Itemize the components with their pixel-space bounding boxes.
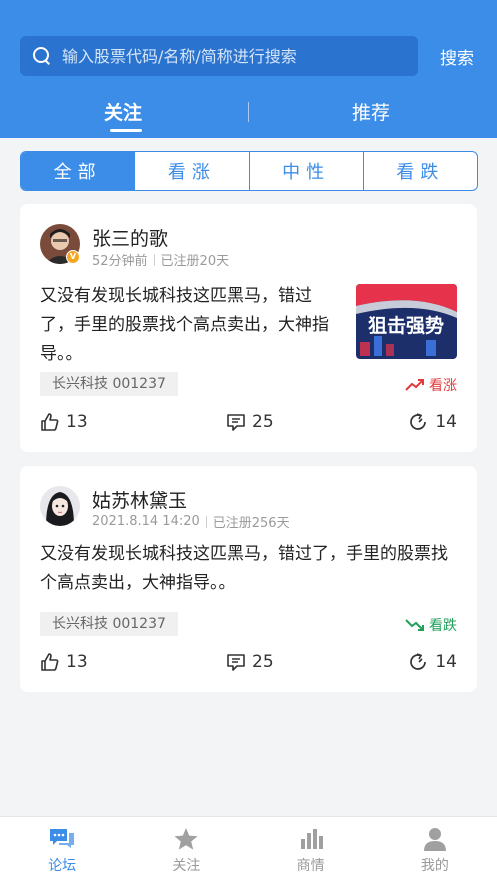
share-count: 14 bbox=[435, 412, 457, 432]
nav-label: 论坛 bbox=[48, 858, 77, 874]
post-card[interactable]: V 张三的歌 52分钟前 已注册20天 又没有发现长城科技这匹黑马，错过了，手里… bbox=[20, 204, 477, 452]
sentiment-label: 看跌 bbox=[429, 618, 457, 634]
user-icon bbox=[423, 828, 446, 851]
post-content[interactable]: 又没有发现长城科技这匹黑马，错过了，手里的股票找个高点卖出，大神指导。。 bbox=[40, 540, 460, 598]
stock-tag[interactable]: 长兴科技 001237 bbox=[40, 612, 178, 636]
like-count: 13 bbox=[66, 412, 88, 432]
tab-follow[interactable]: 关注 bbox=[104, 98, 142, 125]
comment-button[interactable]: 25 bbox=[226, 412, 274, 432]
meta-divider bbox=[205, 515, 207, 528]
meta-divider bbox=[153, 253, 155, 266]
like-count: 13 bbox=[66, 652, 88, 672]
nav-profile[interactable]: 我的 bbox=[373, 817, 497, 883]
nav-forum[interactable]: 论坛 bbox=[0, 817, 124, 883]
share-count: 14 bbox=[435, 652, 457, 672]
post-time: 2021.8.14 14:20 bbox=[92, 514, 200, 529]
post-actions: 13 25 14 bbox=[40, 412, 457, 436]
post-card[interactable]: 姑苏林黛玉 2021.8.14 14:20 已注册256天 又没有发现长城科技这… bbox=[20, 466, 477, 692]
comment-count: 25 bbox=[252, 652, 274, 672]
registered-duration: 已注册256天 bbox=[212, 516, 290, 531]
post-time: 52分钟前 bbox=[92, 254, 148, 269]
search-bar[interactable] bbox=[20, 36, 418, 76]
nav-label: 商情 bbox=[296, 858, 325, 874]
bottom-nav: 论坛 关注 商情 我的 bbox=[0, 816, 497, 883]
sentiment-filter: 全部 看涨 中性 看跌 bbox=[20, 151, 478, 191]
sentiment-label: 看涨 bbox=[429, 378, 457, 394]
post-meta: 52分钟前 已注册20天 bbox=[92, 250, 229, 269]
trend-up-icon bbox=[405, 379, 424, 391]
comment-button[interactable]: 25 bbox=[226, 652, 274, 672]
post-meta: 2021.8.14 14:20 已注册256天 bbox=[92, 512, 290, 531]
verified-badge-icon: V bbox=[66, 250, 80, 264]
share-button[interactable]: 14 bbox=[409, 652, 457, 672]
search-button[interactable]: 搜索 bbox=[440, 44, 474, 69]
thumbnail-text: 狙击强势 bbox=[368, 314, 444, 337]
top-tabs: 关注 推荐 bbox=[0, 92, 497, 132]
filter-bearish[interactable]: 看跌 bbox=[362, 152, 477, 190]
comment-icon bbox=[227, 414, 245, 431]
post-thumbnail[interactable]: 狙击强势 bbox=[356, 284, 457, 359]
trend-down-icon bbox=[405, 619, 424, 631]
nav-market[interactable]: 商情 bbox=[249, 817, 373, 883]
like-button[interactable]: 13 bbox=[40, 412, 88, 432]
app-header: 搜索 关注 推荐 bbox=[0, 0, 497, 138]
nav-follow[interactable]: 关注 bbox=[124, 817, 248, 883]
username[interactable]: 姑苏林黛玉 bbox=[92, 486, 187, 513]
tab-divider bbox=[248, 102, 249, 122]
share-icon bbox=[410, 653, 427, 670]
search-icon bbox=[32, 46, 52, 66]
nav-label: 我的 bbox=[420, 858, 449, 874]
sentiment-indicator: 看跌 bbox=[405, 615, 457, 635]
sentiment-indicator: 看涨 bbox=[405, 375, 457, 395]
like-button[interactable]: 13 bbox=[40, 652, 88, 672]
tab-recommend[interactable]: 推荐 bbox=[352, 98, 390, 125]
filter-all[interactable]: 全部 bbox=[21, 152, 135, 190]
post-content[interactable]: 又没有发现长城科技这匹黑马，错过了，手里的股票找个高点卖出，大神指导。。 bbox=[40, 282, 340, 369]
chat-bubbles-icon bbox=[50, 829, 75, 848]
username[interactable]: 张三的歌 bbox=[92, 224, 168, 251]
bar-chart-icon bbox=[300, 829, 323, 849]
nav-label: 关注 bbox=[172, 858, 201, 874]
comment-icon bbox=[227, 654, 245, 671]
search-input[interactable] bbox=[62, 46, 402, 66]
star-icon bbox=[174, 828, 198, 850]
thumbs-up-icon bbox=[41, 413, 59, 431]
registered-duration: 已注册20天 bbox=[160, 254, 230, 269]
share-button[interactable]: 14 bbox=[409, 412, 457, 432]
filter-neutral[interactable]: 中性 bbox=[248, 152, 363, 190]
filter-bullish[interactable]: 看涨 bbox=[134, 152, 248, 190]
avatar[interactable] bbox=[40, 486, 80, 526]
post-actions: 13 25 14 bbox=[40, 652, 457, 676]
comment-count: 25 bbox=[252, 412, 274, 432]
share-icon bbox=[410, 413, 427, 430]
thumbs-up-icon bbox=[41, 653, 59, 671]
tab-active-indicator bbox=[110, 129, 142, 132]
stock-tag[interactable]: 长兴科技 001237 bbox=[40, 372, 178, 396]
